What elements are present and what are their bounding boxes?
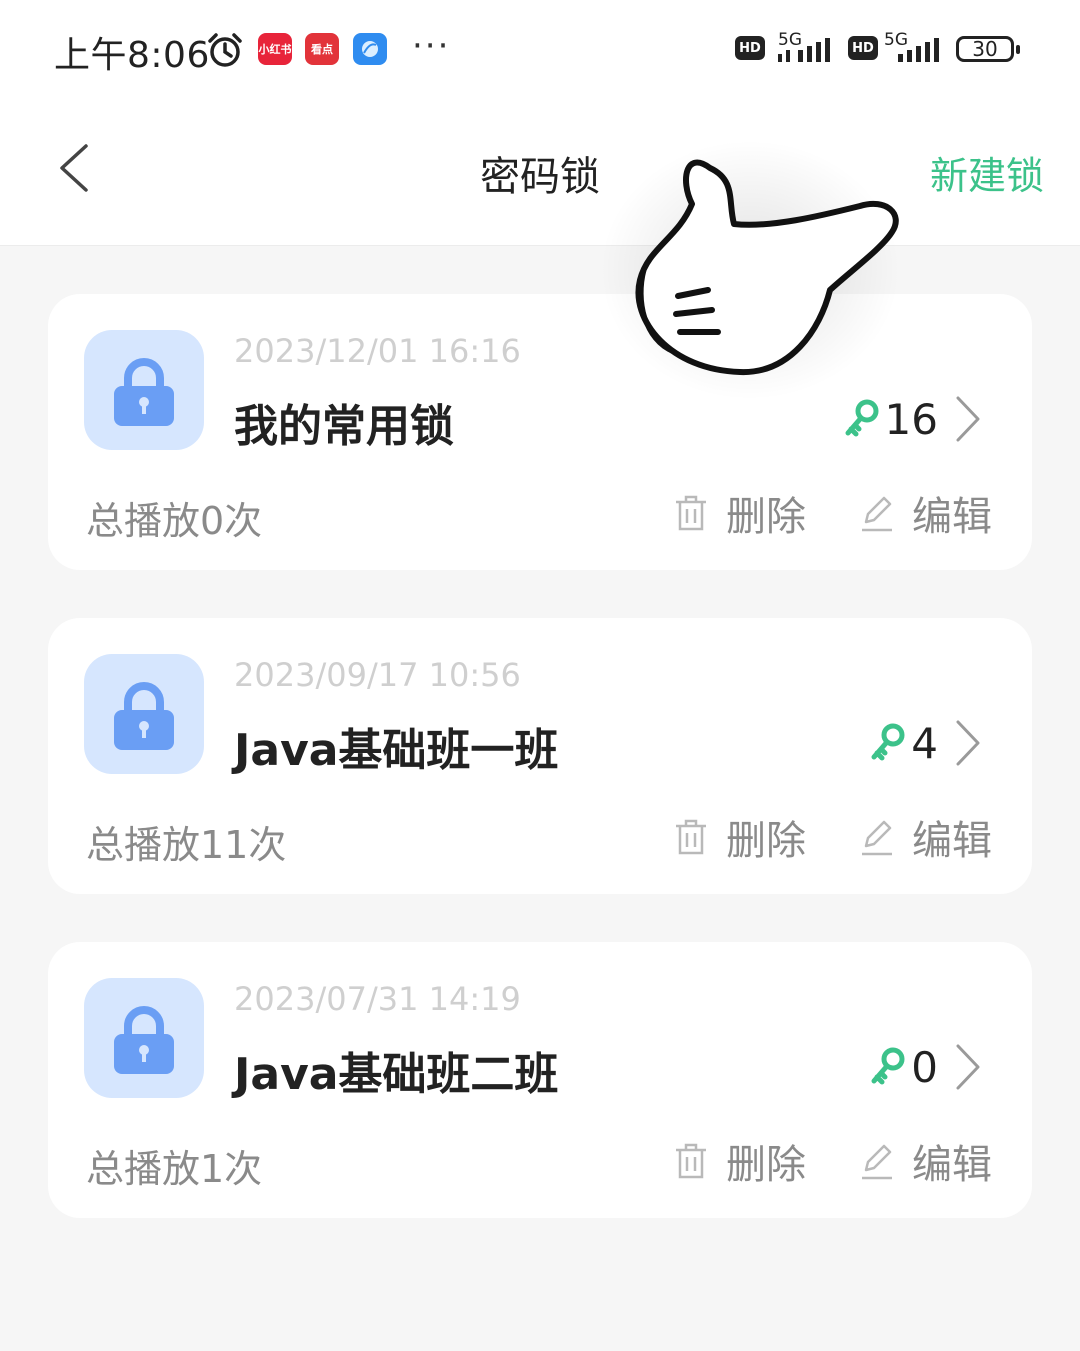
more-notifications: ···: [412, 26, 451, 66]
lock-name: 我的常用锁: [234, 401, 454, 452]
delete-button[interactable]: 删除: [674, 812, 806, 864]
key-count[interactable]: 16: [843, 394, 984, 444]
blue-app-icon: [353, 33, 387, 65]
key-count-value: 0: [911, 1042, 938, 1092]
signal-icon-1: [778, 38, 830, 62]
play-count: 总播放0次: [86, 499, 263, 543]
delete-label: 删除: [726, 818, 806, 864]
lock-icon: [84, 978, 204, 1098]
lock-card[interactable]: 2023/07/31 14:19 Java基础班二班 0 总播放1次 删除 编辑: [48, 942, 1032, 1218]
lock-name: Java基础班二班: [234, 1049, 559, 1100]
edit-button[interactable]: 编辑: [860, 488, 992, 540]
edit-button[interactable]: 编辑: [860, 812, 992, 864]
play-count: 总播放11次: [86, 823, 287, 867]
hd-badge-2: HD: [848, 36, 878, 60]
edit-label: 编辑: [912, 494, 992, 540]
lock-icon: [84, 654, 204, 774]
xiaohongshu-icon: 小红书: [258, 33, 292, 65]
key-count[interactable]: 4: [869, 718, 984, 768]
hd-badge-1: HD: [735, 36, 765, 60]
key-icon: [871, 723, 905, 761]
delete-label: 删除: [726, 1142, 806, 1188]
play-count: 总播放1次: [86, 1147, 263, 1191]
status-time: 上午8:06: [54, 35, 210, 76]
key-count-value: 16: [884, 394, 938, 444]
edit-button[interactable]: 编辑: [860, 1136, 992, 1188]
edit-label: 编辑: [912, 818, 992, 864]
battery-icon: 30: [956, 36, 1020, 62]
trash-icon: [676, 495, 706, 531]
key-count-value: 4: [911, 718, 938, 768]
chevron-right-icon: [956, 396, 980, 442]
trash-icon: [676, 1143, 706, 1179]
new-lock-button[interactable]: 新建锁: [930, 145, 1044, 200]
chevron-right-icon: [956, 720, 980, 766]
status-bar: 上午8:06 小红书 看点 ··· HD 5G HD 5G 30: [0, 0, 1080, 100]
pencil-icon: [862, 496, 892, 532]
delete-label: 删除: [726, 494, 806, 540]
pencil-icon: [862, 820, 892, 856]
delete-button[interactable]: 删除: [674, 1136, 806, 1188]
key-icon: [845, 399, 879, 437]
delete-button[interactable]: 删除: [674, 488, 806, 540]
pencil-icon: [862, 1144, 892, 1180]
lock-date: 2023/09/17 10:56: [234, 656, 521, 694]
lock-card[interactable]: 2023/09/17 10:56 Java基础班一班 4 总播放11次 删除 编…: [48, 618, 1032, 894]
signal-icon-2: [898, 38, 939, 62]
alarm-icon: [208, 33, 242, 67]
key-count[interactable]: 0: [869, 1042, 984, 1092]
chevron-right-icon: [956, 1044, 980, 1090]
key-icon: [871, 1047, 905, 1085]
edit-label: 编辑: [912, 1142, 992, 1188]
lock-icon: [84, 330, 204, 450]
kandian-icon: 看点: [305, 33, 339, 65]
lock-name: Java基础班一班: [234, 725, 559, 776]
lock-date: 2023/07/31 14:19: [234, 980, 521, 1018]
pointing-hand-icon: [600, 140, 900, 400]
lock-date: 2023/12/01 16:16: [234, 332, 521, 370]
trash-icon: [676, 819, 706, 855]
